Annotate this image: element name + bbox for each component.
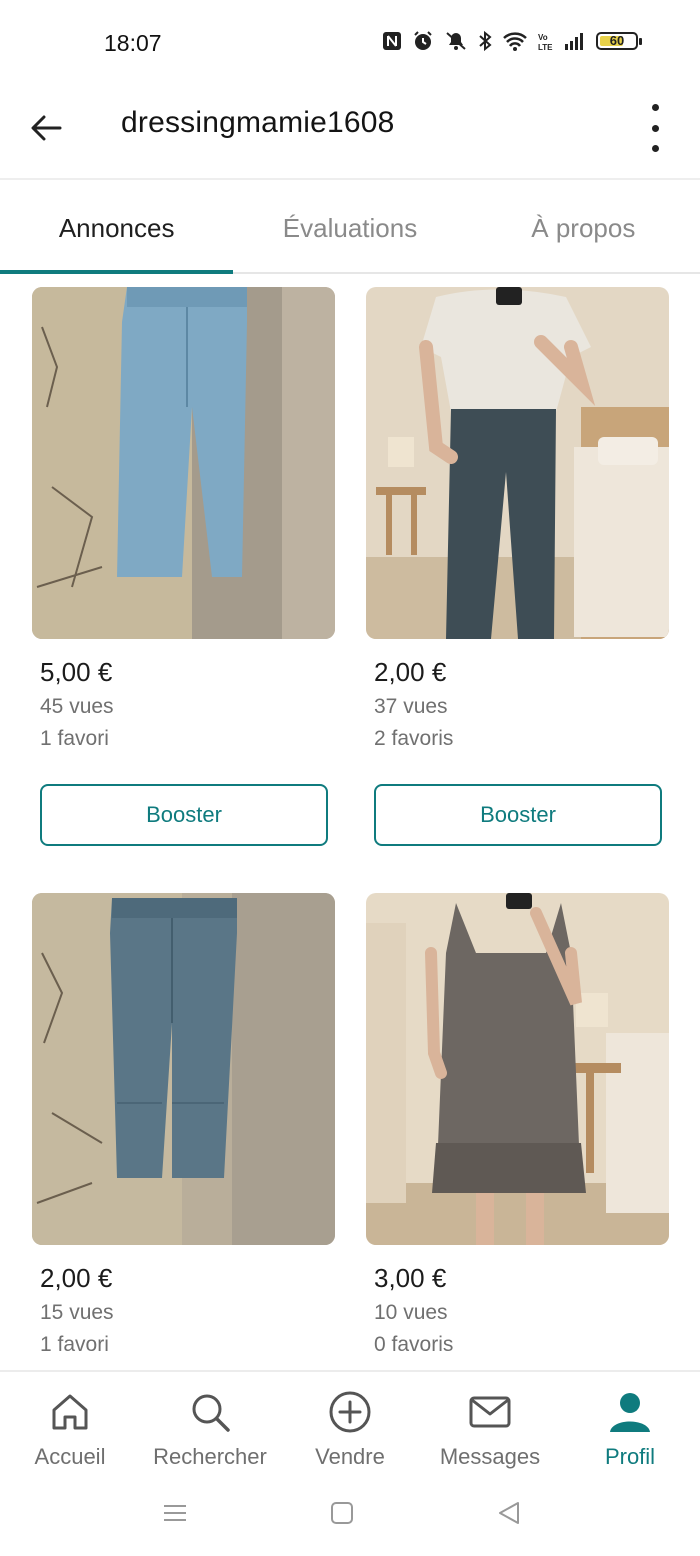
signal-icon [565,33,583,50]
mail-icon [469,1396,511,1428]
nav-label: Profil [604,1444,656,1469]
tab-a-propos[interactable]: À propos [467,180,700,272]
status-bar: 18:07 Vo LTE 60 [0,0,700,90]
nav-vendre[interactable]: Vendre [280,1372,420,1482]
home-icon [52,1394,88,1430]
system-navigation [0,1482,700,1556]
recents-menu-icon[interactable] [162,1498,188,1528]
nav-profil[interactable]: Profil [560,1372,700,1482]
listing-photo[interactable] [32,893,335,1245]
nav-rechercher[interactable]: Rechercher [140,1372,280,1482]
home-square-icon[interactable] [329,1498,355,1528]
profile-tabs: Annonces Évaluations À propos [0,180,700,274]
bluetooth-icon [479,30,492,52]
more-options-button[interactable] [640,104,670,152]
listing-views: 45 vues [40,695,114,718]
listing-views: 15 vues [40,1301,114,1324]
nav-messages[interactable]: Messages [420,1372,560,1482]
nfc-icon [383,32,401,50]
listing-views: 37 vues [374,695,448,718]
listing-favorites: 1 favori [40,1333,109,1356]
svg-text:Vo: Vo [538,33,548,42]
nav-accueil[interactable]: Accueil [0,1372,140,1482]
listing-favorites: 1 favori [40,727,109,750]
bottom-navigation: Accueil Rechercher Vendre Messages Profi… [0,1370,700,1482]
status-time: 18:07 [104,30,162,56]
tab-annonces[interactable]: Annonces [0,180,234,274]
tab-evaluations[interactable]: Évaluations [233,180,466,272]
listing-price: 2,00 € [374,657,447,687]
listing-price: 5,00 € [40,657,113,687]
nav-label: Messages [439,1444,541,1469]
search-icon [192,1394,230,1432]
listing-favorites: 0 favoris [374,1333,454,1356]
battery-level: 60 [609,33,625,48]
svg-text:LTE: LTE [538,43,553,51]
mute-icon [446,32,466,50]
nav-label: Rechercher [153,1444,267,1469]
status-icons: Vo LTE 60 [382,30,642,52]
listing-photo[interactable] [366,287,669,639]
battery-icon: 60 [596,32,642,50]
booster-button[interactable]: Booster [374,784,662,846]
alarm-icon [414,31,432,50]
listing-favorites: 2 favoris [374,727,454,750]
listing-price: 3,00 € [374,1263,447,1293]
listing-photo[interactable] [32,287,335,639]
back-triangle-icon[interactable] [496,1498,522,1528]
booster-button[interactable]: Booster [40,784,328,846]
back-button[interactable] [26,108,66,148]
listing-price: 2,00 € [40,1263,113,1293]
listing-card[interactable]: 5,00 € 45 vues 1 favori Booster [32,287,335,846]
listing-photo[interactable] [366,893,669,1245]
volte-icon: VoLTE [538,33,553,51]
listing-card[interactable]: 3,00 € 10 vues 0 favoris [366,893,669,1356]
arrow-left-icon [31,115,62,141]
app-bar: dressingmamie1608 [0,90,700,180]
person-icon [610,1393,650,1432]
listing-card[interactable]: 2,00 € 37 vues 2 favoris Booster [366,287,669,846]
nav-label: Accueil [34,1444,106,1469]
more-dots-icon [651,104,659,111]
listing-card[interactable]: 2,00 € 15 vues 1 favori [32,893,335,1356]
plus-circle-icon [329,1391,371,1433]
wifi-icon [503,32,527,51]
nav-label: Vendre [315,1444,385,1469]
page-title: dressingmamie1608 [121,106,395,139]
listing-views: 10 vues [374,1301,448,1324]
